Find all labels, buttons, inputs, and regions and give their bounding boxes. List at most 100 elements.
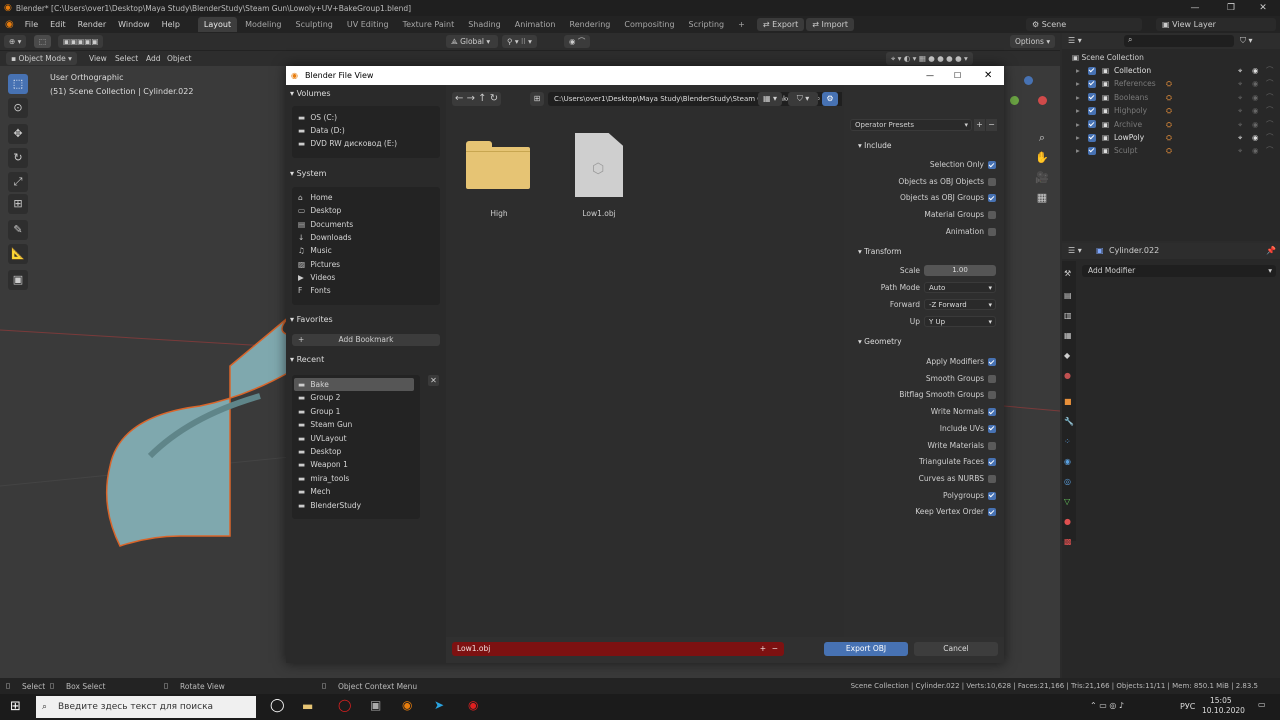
file-item-obj[interactable]: ⬡ Low1.obj — [564, 133, 634, 223]
move-tool-icon[interactable]: ✥ — [8, 124, 28, 144]
menu-edit[interactable]: Edit — [44, 16, 72, 33]
expand-arrow-icon[interactable]: ▸ — [1076, 91, 1080, 104]
select-toggle-icon[interactable]: ⌖ — [1238, 131, 1242, 144]
object-mode-dropdown[interactable]: ▪ Object Mode ▾ — [6, 52, 77, 65]
back-icon[interactable]: ← — [455, 93, 463, 104]
checkbox[interactable] — [988, 161, 996, 169]
select-toggle-icon[interactable]: ⌖ — [1238, 144, 1242, 157]
scene-tab-icon[interactable]: ◆ — [1064, 351, 1070, 360]
task-view-icon[interactable]: ◯ — [270, 698, 285, 713]
tab-scripting[interactable]: Scripting — [683, 17, 731, 32]
checkbox[interactable] — [988, 194, 996, 203]
filename-field[interactable]: Low1.obj + − — [452, 642, 784, 656]
app-icon[interactable]: ▣ — [370, 698, 381, 712]
outliner-editor-icon[interactable]: ☰ ▾ — [1068, 36, 1082, 45]
visibility-eye-icon[interactable]: ◉ — [1252, 118, 1259, 131]
cursor-tool-icon[interactable]: ⊙ — [8, 98, 28, 118]
menu-window[interactable]: Window — [112, 16, 156, 33]
option-curves-as-nurbs[interactable]: Curves as NURBS — [844, 472, 1004, 486]
operator-presets-dropdown[interactable]: Operator Presets ▾ — [850, 119, 972, 131]
render-tab-icon[interactable]: ▤ — [1064, 291, 1072, 300]
clock-date[interactable]: 10.10.2020 — [1202, 706, 1245, 715]
add-cube-tool-icon[interactable]: ▣ — [8, 270, 28, 290]
visibility-eye-icon[interactable]: ◉ — [1252, 91, 1259, 104]
world-tab-icon[interactable]: ● — [1064, 371, 1071, 380]
remove-preset-button[interactable]: − — [986, 119, 997, 131]
render-toggle-icon[interactable]: ⌒ — [1266, 91, 1274, 104]
file-item-folder[interactable]: High — [464, 133, 534, 223]
annotate-tool-icon[interactable]: ✎ — [8, 220, 28, 240]
checkbox[interactable] — [988, 227, 996, 236]
telegram-icon[interactable]: ➤ — [434, 698, 444, 712]
recent-item[interactable]: ▬ Group 1 — [294, 405, 414, 418]
checkbox[interactable] — [988, 408, 996, 417]
checkbox[interactable] — [988, 177, 996, 186]
new-folder-icon[interactable]: ⊞ — [530, 92, 544, 106]
import-button[interactable]: ⇄ Import — [806, 18, 855, 31]
export-button[interactable]: ⇄ Export — [756, 18, 805, 31]
opera-icon[interactable]: ◯ — [338, 698, 351, 712]
select-toggle-icon[interactable]: ⌖ — [1238, 77, 1242, 90]
measure-tool-icon[interactable]: 📐 — [8, 244, 28, 264]
outliner-item-archive[interactable]: ▸ ▣ Archive ⛭ ⌖ ◉ ⌒ — [1062, 118, 1280, 131]
checkbox[interactable] — [988, 424, 996, 433]
expand-arrow-icon[interactable]: ▸ — [1076, 104, 1080, 117]
include-header[interactable]: ▾ Include — [846, 139, 1002, 153]
select-box-tool-icon[interactable]: ⬚ — [8, 74, 28, 94]
option-objects-as-obj-objects[interactable]: Objects as OBJ Objects — [844, 175, 1004, 189]
favorites-header[interactable]: ▾ Favorites — [290, 312, 442, 328]
properties-editor-icon[interactable]: ☰ ▾ — [1068, 246, 1082, 255]
expand-arrow-icon[interactable]: ▸ — [1076, 64, 1080, 77]
add-workspace-button[interactable]: + — [732, 17, 751, 32]
material-tab-icon[interactable]: ● — [1064, 517, 1071, 526]
increment-icon[interactable]: + — [760, 642, 766, 656]
view-layer-selector[interactable]: ▣ View Layer — [1156, 18, 1276, 31]
recent-item[interactable]: ▬ Desktop — [294, 445, 414, 458]
select-tool-icon[interactable]: ⬚ — [34, 35, 52, 48]
checkbox[interactable] — [988, 358, 996, 366]
filter-icon[interactable]: ⛉ ▾ — [1240, 36, 1253, 46]
tab-texture-paint[interactable]: Texture Paint — [397, 17, 461, 32]
filter-toggle[interactable]: ⛉ ▾ — [788, 92, 818, 106]
menu-view[interactable]: View — [84, 52, 112, 65]
transform-tool-icon[interactable]: ⊞ — [8, 194, 28, 214]
option-keep-vertex-order[interactable]: Keep Vertex Order — [844, 505, 1004, 519]
rotate-tool-icon[interactable]: ↻ — [8, 148, 28, 168]
recent-item[interactable]: ▬ Mech — [294, 485, 414, 498]
render-toggle-icon[interactable]: ⌒ — [1266, 118, 1274, 131]
recent-item[interactable]: ▬ mira_tools — [294, 472, 414, 485]
scene-selector[interactable]: ⚙ Scene — [1026, 18, 1142, 31]
minimize-icon[interactable]: — — [1178, 0, 1212, 16]
include-checkbox[interactable] — [1088, 146, 1096, 155]
expand-arrow-icon[interactable]: ▸ — [1076, 118, 1080, 131]
outliner-search-input[interactable]: ⌕ — [1124, 35, 1234, 47]
system-item-documents[interactable]: ▤ Documents — [298, 218, 353, 231]
outliner-item-references[interactable]: ▸ ▣ References ⛭ ⌖ ◉ ⌒ — [1062, 77, 1280, 90]
taskbar-search-input[interactable]: ⌕ Введите здесь текст для поиска — [36, 696, 256, 718]
particles-tab-icon[interactable]: ⁘ — [1064, 437, 1071, 446]
tab-modeling[interactable]: Modeling — [239, 17, 287, 32]
option-include-uvs[interactable]: Include UVs — [844, 422, 1004, 436]
zoom-icon[interactable]: ⌕ — [1032, 128, 1052, 148]
menu-object[interactable]: Object — [162, 52, 196, 65]
option-write-materials[interactable]: Write Materials — [844, 439, 1004, 453]
checkbox[interactable] — [988, 458, 996, 467]
transform-header[interactable]: ▾ Transform — [846, 245, 1002, 259]
options-dropdown[interactable]: Options ▾ — [1010, 35, 1056, 48]
recent-item[interactable]: ▬ Steam Gun — [294, 418, 414, 431]
scale-tool-icon[interactable]: ⤢ — [8, 172, 28, 192]
proportional-edit-icons[interactable]: ◉ ⌒ — [564, 35, 591, 48]
up-dropdown[interactable]: Y Up ▾ — [924, 316, 996, 327]
dialog-close-icon[interactable]: ✕ — [984, 66, 992, 85]
viewport-shading-icons[interactable]: ⌖ ▾ ◐ ▾ ▦ ● ● ● ● ▾ — [886, 52, 973, 65]
system-item-downloads[interactable]: ↓ Downloads — [298, 231, 352, 244]
refresh-icon[interactable]: ↻ — [490, 93, 498, 104]
option-polygroups[interactable]: Polygroups — [844, 489, 1004, 503]
tab-compositing[interactable]: Compositing — [618, 17, 680, 32]
constraints-tab-icon[interactable]: ◎ — [1064, 477, 1071, 486]
file-browser-area[interactable]: ← → ↑ ↻ ⊞ C:\Users\over1\Desktop\Maya St… — [446, 85, 844, 637]
select-toggle-icon[interactable]: ⌖ — [1238, 104, 1242, 117]
recent-item[interactable]: ▬ UVLayout — [294, 432, 414, 445]
tab-uv-editing[interactable]: UV Editing — [341, 17, 395, 32]
outliner-item-sculpt[interactable]: ▸ ▣ Sculpt ⛭ ⌖ ◉ ⌒ — [1062, 144, 1280, 157]
